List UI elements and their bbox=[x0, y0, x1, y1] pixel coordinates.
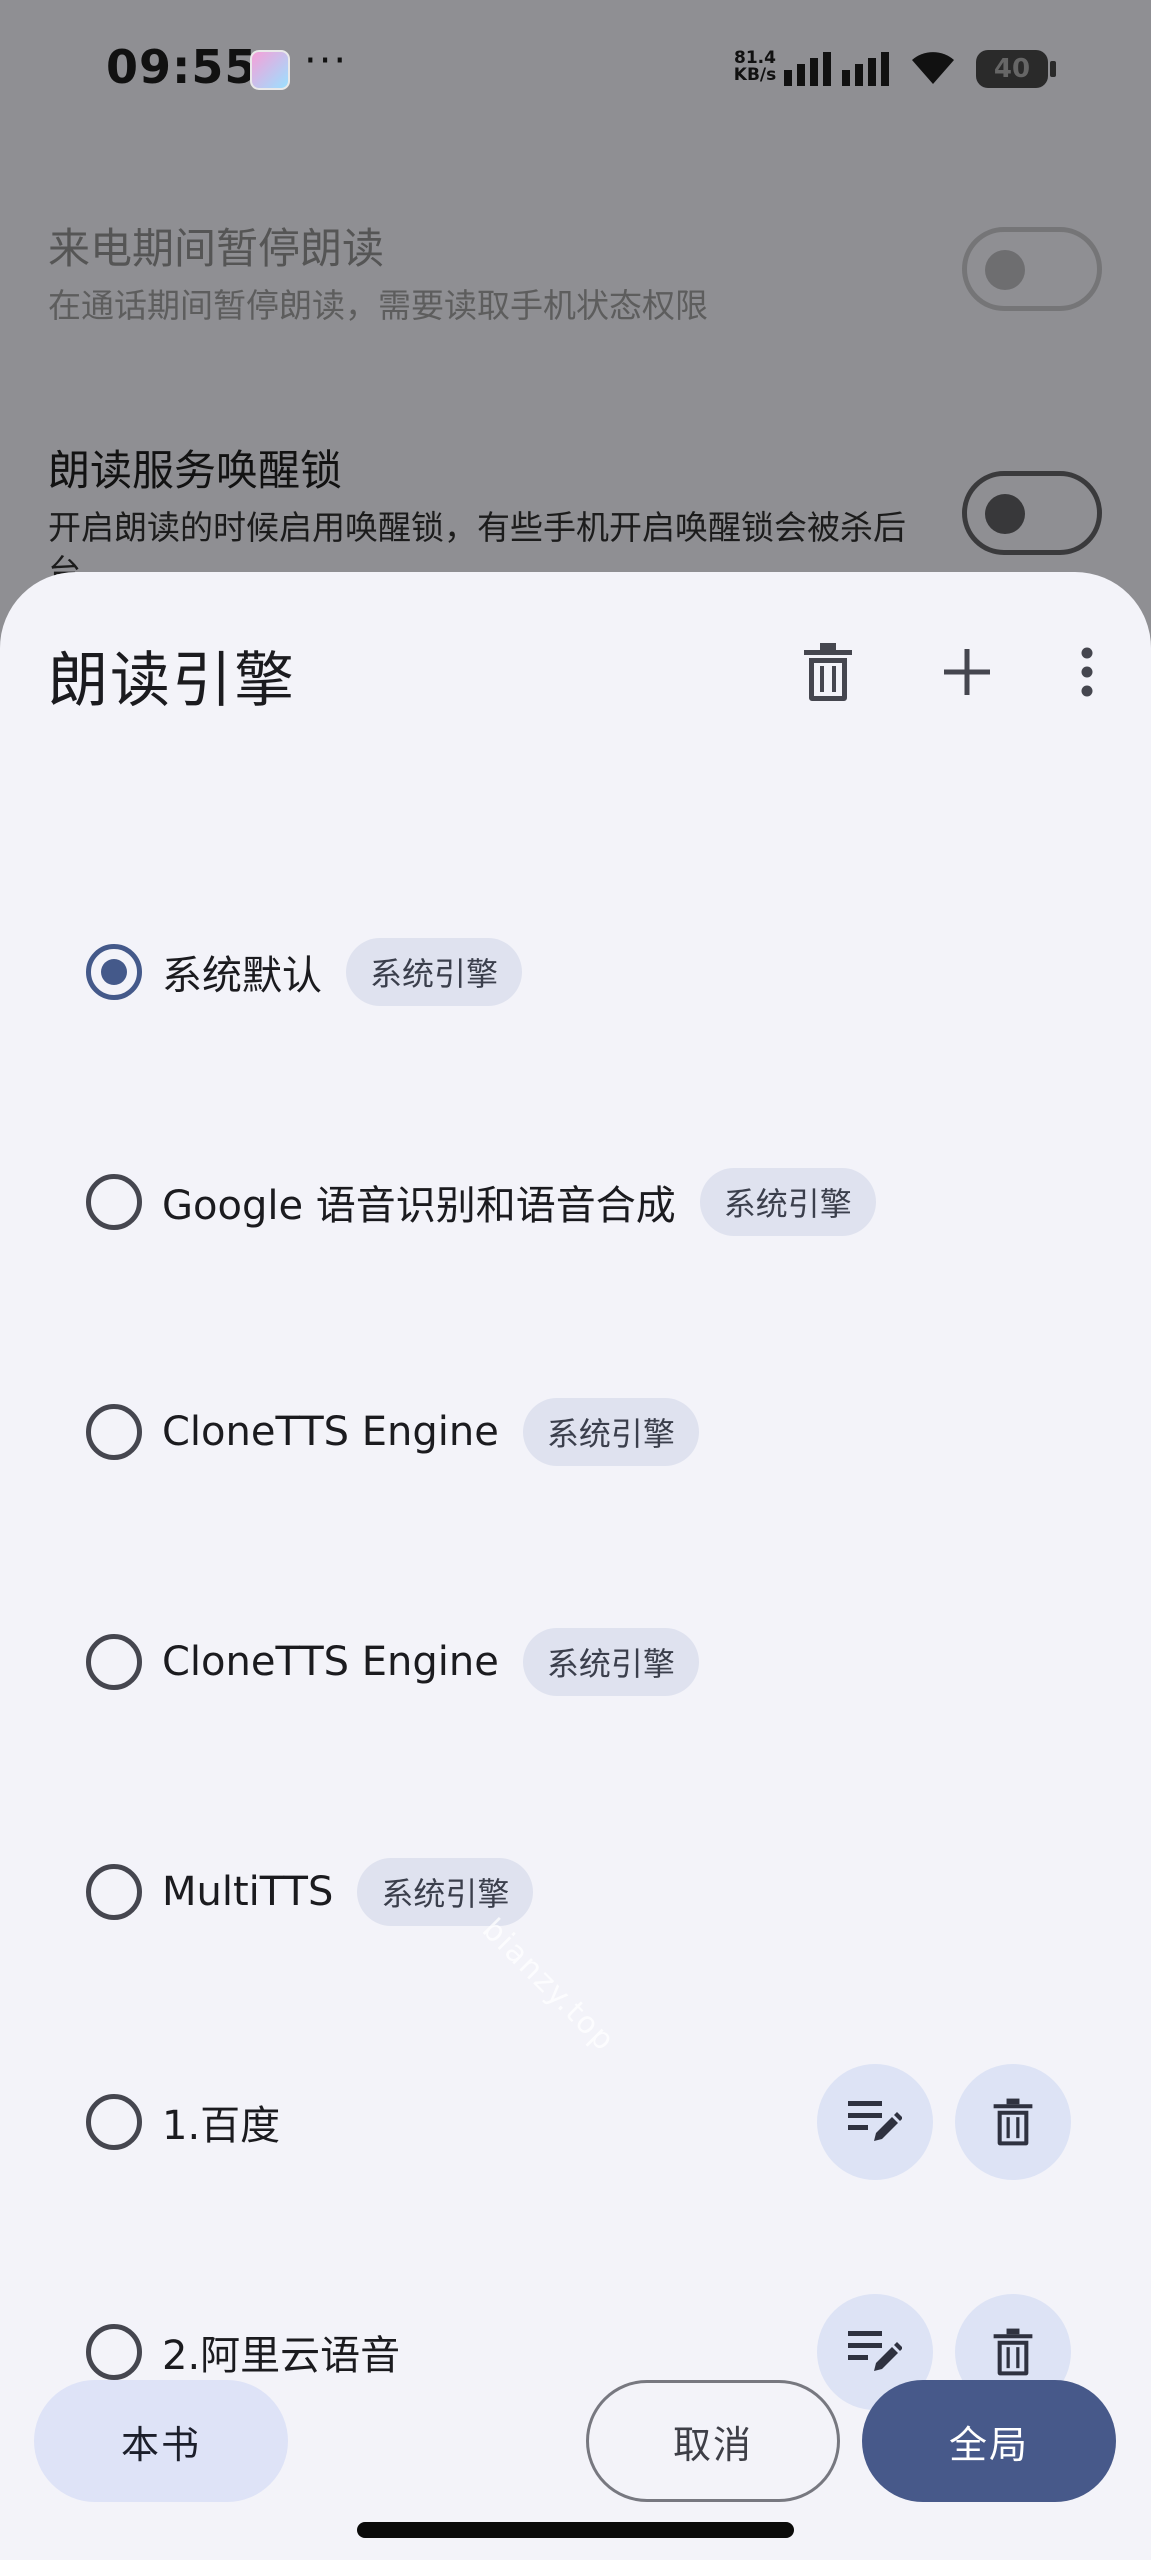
home-indicator[interactable] bbox=[357, 2522, 794, 2538]
this-book-button[interactable]: 本书 bbox=[34, 2380, 288, 2502]
engine-label: CloneTTS Engine 系统引擎 bbox=[162, 1392, 699, 1472]
more-notifications-indicator: ··· bbox=[304, 38, 349, 84]
pause-during-call-toggle[interactable] bbox=[962, 227, 1102, 311]
add-engine-button[interactable] bbox=[927, 632, 1007, 712]
edit-list-icon bbox=[848, 2331, 902, 2371]
engine-name: 系统默认 bbox=[162, 953, 322, 999]
engine-label: 1.百度 bbox=[162, 2082, 280, 2162]
engine-tag: 系统引擎 bbox=[346, 938, 523, 1006]
setting-pause-during-call[interactable]: 来电期间暂停朗读 在通话期间暂停朗读，需要读取手机状态权限 bbox=[48, 215, 1108, 328]
delete-button[interactable] bbox=[788, 632, 868, 712]
engine-name: CloneTTS Engine bbox=[162, 1639, 499, 1685]
engine-radio[interactable] bbox=[86, 1404, 142, 1460]
engine-name: MultiTTS bbox=[162, 1869, 334, 1915]
engine-item-system-default[interactable]: 系统默认 系统引擎 bbox=[0, 872, 1151, 1072]
global-button[interactable]: 全局 bbox=[862, 2380, 1116, 2502]
battery-icon: 40 bbox=[976, 50, 1048, 88]
wifi-icon bbox=[912, 52, 954, 84]
cancel-button[interactable]: 取消 bbox=[586, 2380, 840, 2502]
engine-item-multitts[interactable]: MultiTTS 系统引擎 bbox=[0, 1792, 1151, 1992]
network-speed-unit: KB/s bbox=[733, 65, 777, 85]
engine-radio[interactable] bbox=[86, 1174, 142, 1230]
engine-label: MultiTTS 系统引擎 bbox=[162, 1852, 534, 1932]
edit-list-icon bbox=[848, 2101, 902, 2141]
engine-label: CloneTTS Engine 系统引擎 bbox=[162, 1622, 699, 1702]
delete-engine-button[interactable] bbox=[955, 2064, 1071, 2180]
engine-name: 1.百度 bbox=[162, 2103, 281, 2149]
engine-name: CloneTTS Engine bbox=[162, 1409, 499, 1455]
status-bar: 09:55 ··· 81.4 KB/s 40 bbox=[0, 0, 1151, 140]
engine-radio[interactable] bbox=[86, 1864, 142, 1920]
engine-item-clonetts-2[interactable]: CloneTTS Engine 系统引擎 bbox=[0, 1562, 1151, 1762]
battery-cap bbox=[1050, 61, 1056, 77]
trash-icon bbox=[804, 643, 852, 701]
setting-wake-lock[interactable]: 朗读服务唤醒锁 开启朗读的时候启用唤醒锁，有些手机开启唤醒锁会被杀后台 bbox=[48, 437, 1108, 594]
toggle-knob bbox=[985, 494, 1025, 534]
trash-icon bbox=[993, 2098, 1033, 2146]
engine-radio[interactable] bbox=[86, 1634, 142, 1690]
radio-selected-dot bbox=[101, 959, 127, 985]
trash-icon bbox=[993, 2328, 1033, 2376]
engine-item-baidu[interactable]: 1.百度 bbox=[0, 2022, 1151, 2222]
engine-tag: 系统引擎 bbox=[522, 1398, 699, 1466]
signal-icon bbox=[784, 52, 889, 86]
edit-engine-button[interactable] bbox=[817, 2064, 933, 2180]
engine-item-google[interactable]: Google 语音识别和语音合成 系统引擎 bbox=[0, 1102, 1151, 1302]
more-options-button[interactable] bbox=[1047, 632, 1127, 712]
toggle-knob bbox=[985, 250, 1025, 290]
engine-name: Google 语音识别和语音合成 bbox=[162, 1183, 676, 1229]
notification-app-icon bbox=[250, 50, 290, 90]
engine-tag: 系统引擎 bbox=[699, 1168, 876, 1236]
engine-label: Google 语音识别和语音合成 系统引擎 bbox=[162, 1162, 876, 1242]
engine-tag: 系统引擎 bbox=[522, 1628, 699, 1696]
engine-radio[interactable] bbox=[86, 944, 142, 1000]
status-time: 09:55 bbox=[106, 40, 258, 94]
engine-item-clonetts-1[interactable]: CloneTTS Engine 系统引擎 bbox=[0, 1332, 1151, 1532]
tts-engine-sheet: 朗读引擎 系统默认 系统引擎 Google 语音识别和语音合成 系统引擎 Clo… bbox=[0, 572, 1151, 2560]
setting-title: 来电期间暂停朗读 bbox=[48, 224, 385, 273]
sheet-title: 朗读引擎 bbox=[48, 646, 296, 716]
engine-radio[interactable] bbox=[86, 2324, 142, 2380]
engine-radio[interactable] bbox=[86, 2094, 142, 2150]
engine-tag: 系统引擎 bbox=[357, 1858, 534, 1926]
plus-icon bbox=[944, 649, 990, 695]
more-vertical-icon bbox=[1081, 647, 1093, 697]
network-speed: 81.4 KB/s bbox=[730, 50, 780, 84]
engine-name: 2.阿里云语音 bbox=[162, 2333, 401, 2379]
wake-lock-toggle[interactable] bbox=[962, 471, 1102, 555]
setting-title: 朗读服务唤醒锁 bbox=[48, 446, 343, 495]
engine-label: 系统默认 系统引擎 bbox=[162, 932, 523, 1012]
setting-description: 在通话期间暂停朗读，需要读取手机状态权限 bbox=[48, 286, 708, 325]
